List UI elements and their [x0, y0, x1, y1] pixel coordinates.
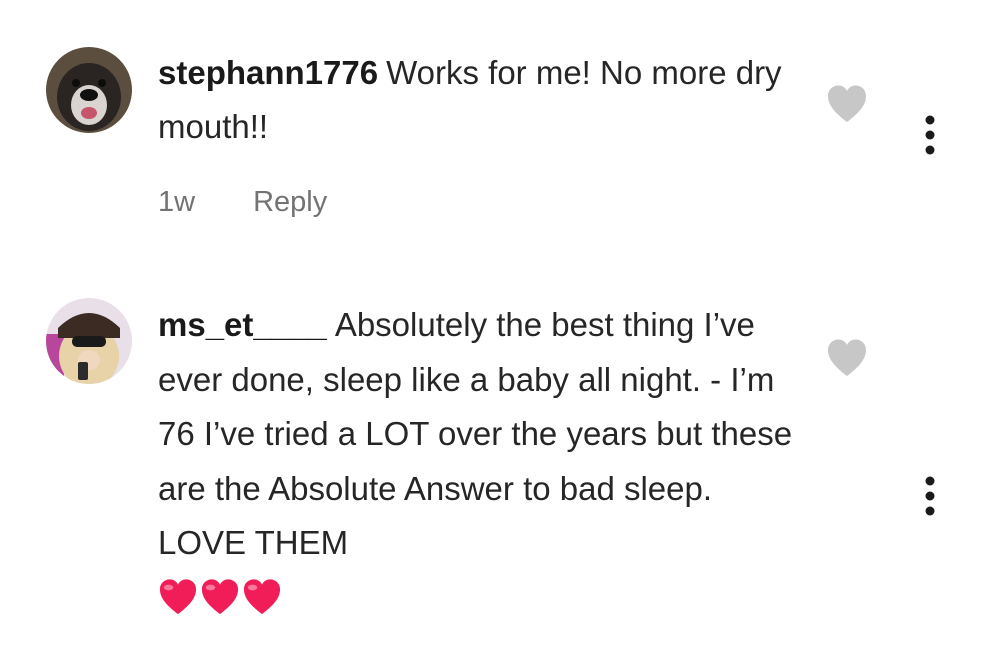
comment-username[interactable]: ms_et____ — [158, 306, 327, 343]
person-avatar-icon — [46, 298, 132, 384]
heart-outline-icon[interactable] — [826, 84, 868, 124]
heart-emoji-icon — [201, 579, 239, 615]
user-avatar[interactable] — [46, 47, 132, 133]
emoji-row — [158, 578, 282, 618]
comment-username[interactable]: stephann1776 — [158, 54, 378, 91]
reply-button[interactable]: Reply — [253, 186, 327, 219]
heart-emoji-icon — [243, 579, 281, 615]
user-avatar[interactable] — [46, 298, 132, 384]
comment-timestamp: 1w — [158, 186, 196, 218]
vertical-ellipsis-icon[interactable] — [918, 474, 942, 518]
comment-body: stephann1776 Works for me! No more dry mo… — [158, 46, 798, 154]
comment-meta: 1w Reply — [158, 186, 327, 219]
comment-body: ms_et____ Absolutely the best thing I’ve … — [158, 298, 798, 571]
heart-emoji-icon — [159, 579, 197, 615]
heart-outline-icon[interactable] — [826, 338, 868, 378]
dog-avatar-icon — [46, 47, 132, 133]
vertical-ellipsis-icon[interactable] — [918, 113, 942, 157]
comment-text: Absolutely the best thing I’ve ever done… — [158, 306, 793, 561]
